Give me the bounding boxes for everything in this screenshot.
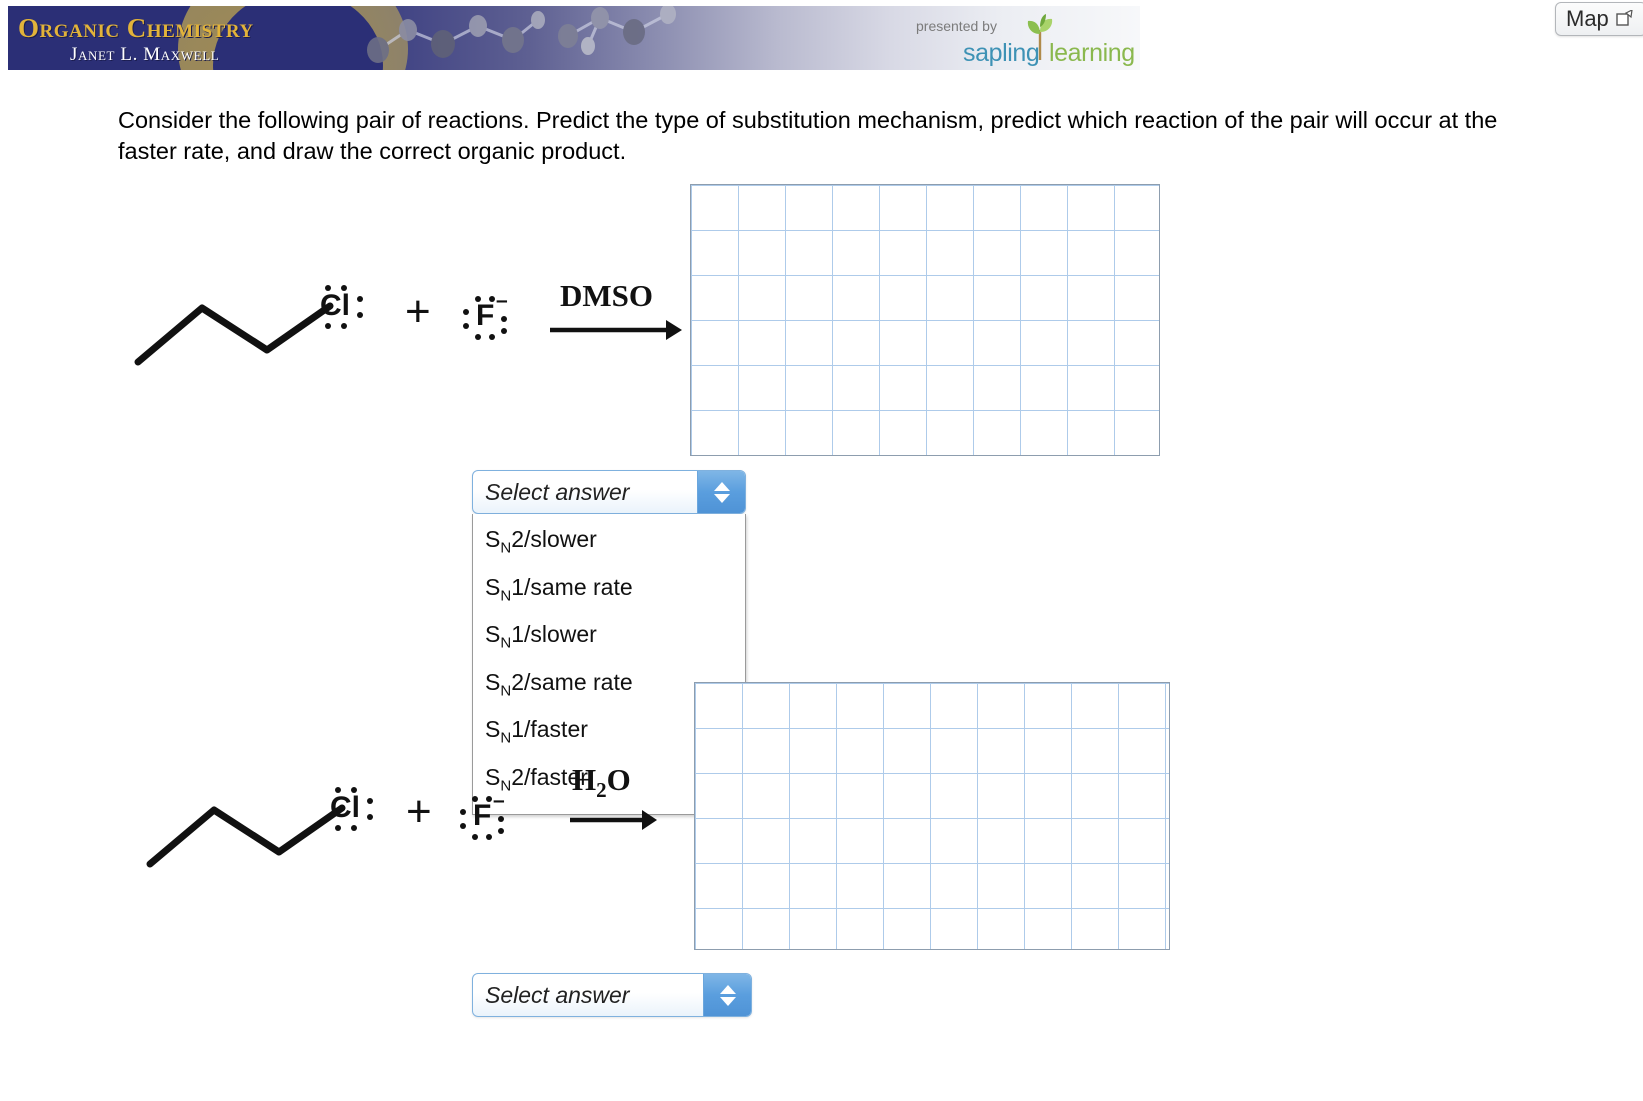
chevron-down-icon [713,493,730,503]
map-button[interactable]: Map [1555,2,1643,36]
select-answer-2[interactable]: Select answer [472,973,752,1017]
question-prompt: Consider the following pair of reactions… [118,107,1498,164]
dropdown-option[interactable]: SN1/same rate [473,568,745,616]
learning-wordmark: learning [1049,39,1135,67]
solvent-label-2: H2O [572,762,631,803]
svg-text:–: – [496,289,508,312]
select-answer-2-value: Select answer [485,981,630,1008]
svg-text:Cl: Cl [330,791,360,824]
map-button-label: Map [1566,6,1609,31]
svg-text:Cl: Cl [320,289,350,322]
svg-text:F: F [473,799,491,832]
solvent-label-2-sub: 2 [596,778,607,803]
option-subscript: N [500,682,512,700]
select-answer-2-spinner[interactable] [703,974,751,1016]
reaction-arrow-1 [550,320,682,340]
option-prefix: S [485,573,501,600]
option-prefix: S [485,621,501,648]
option-rest: 2/same rate [511,668,633,695]
solvent-label-2-o: O [606,762,631,797]
site-banner: Organic Chemistry Janet L. Maxwell prese… [8,6,1140,70]
select-answer-1-value: Select answer [485,478,630,505]
sapling-wordmark: sapling [963,39,1040,67]
option-rest: 1/same rate [511,573,633,600]
option-subscript: N [500,634,512,652]
fluoride-anion-1: F – [463,289,508,340]
svg-text:F: F [476,299,494,332]
chevron-up-icon [719,984,736,994]
reaction-arrow-2 [570,810,657,830]
option-subscript: N [500,587,512,605]
option-subscript: N [500,729,512,747]
chevron-down-icon [719,996,736,1006]
chlorine-atom-1: Cl [320,285,363,329]
molecule-decoration-icon [367,6,676,63]
option-rest: 1/faster [511,716,588,743]
solvent-label-2-h: H [572,762,597,797]
option-rest: 2/slower [511,526,597,552]
dropdown-option[interactable]: SN2/slower [473,520,745,568]
svg-text:–: – [493,789,505,812]
dropdown-option[interactable]: SN1/slower [473,615,745,663]
plus-sign-1: + [405,287,431,336]
fluoride-anion-2: F – [460,789,505,840]
option-prefix: S [485,668,501,695]
map-pin-icon [1615,8,1633,28]
chlorine-atom-2: Cl [330,787,373,831]
presented-by-label: presented by [916,18,997,34]
page-root: Organic Chemistry Janet L. Maxwell prese… [0,0,1643,1101]
option-prefix: S [485,716,501,743]
drawing-canvas-2[interactable] [694,682,1170,950]
brand-subtitle: Janet L. Maxwell [70,44,220,65]
solvent-label-1: DMSO [560,278,653,313]
select-answer-1-spinner[interactable] [697,471,745,513]
option-subscript: N [500,539,512,557]
plus-sign-2: + [406,787,432,836]
select-answer-1[interactable]: Select answer [472,470,746,514]
chevron-up-icon [713,481,730,491]
brand-title: Organic Chemistry [18,13,254,43]
option-prefix: S [485,526,501,552]
option-rest: 1/slower [511,621,597,648]
drawing-canvas-1[interactable] [690,184,1160,456]
